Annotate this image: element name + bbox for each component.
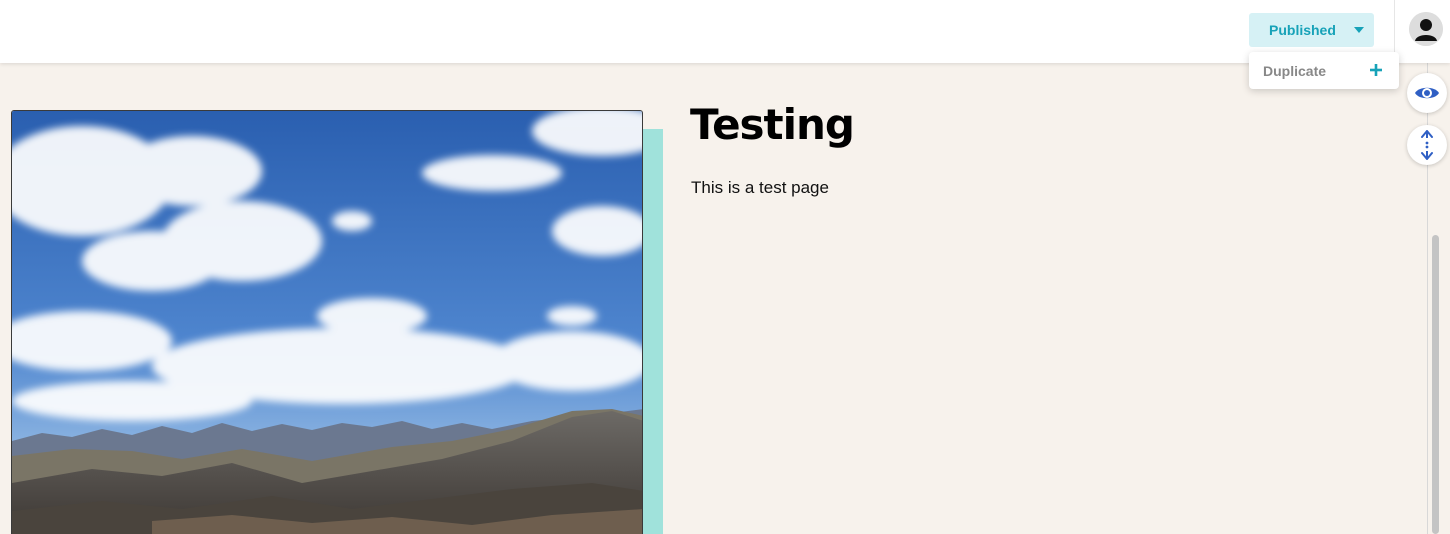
hero-image[interactable] (11, 110, 643, 534)
user-avatar-icon[interactable] (1409, 12, 1443, 46)
chevron-down-icon (1354, 27, 1364, 33)
page-title: Testing (690, 100, 855, 149)
preview-button[interactable] (1407, 73, 1447, 113)
accent-bar (643, 129, 663, 534)
status-dropdown-menu: Duplicate (1249, 52, 1399, 89)
publish-status-button[interactable]: Published (1249, 13, 1374, 47)
page-body-text: This is a test page (691, 178, 829, 197)
scrollbar-thumb[interactable] (1432, 235, 1439, 534)
plus-icon[interactable] (1370, 64, 1382, 76)
resize-button[interactable] (1407, 125, 1447, 165)
vertical-resize-icon (1421, 130, 1433, 160)
duplicate-menu-item[interactable]: Duplicate (1263, 63, 1326, 79)
publish-status-label: Published (1269, 22, 1336, 38)
top-bar: Published (0, 0, 1450, 63)
eye-icon (1415, 87, 1439, 99)
